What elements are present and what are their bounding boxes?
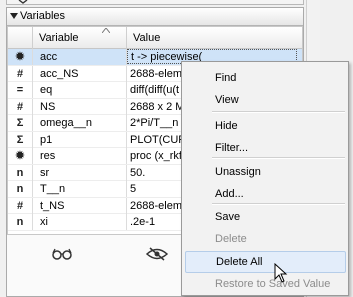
array-icon: # xyxy=(8,65,33,82)
sort-ascending-icon xyxy=(102,28,110,33)
array-icon: # xyxy=(8,98,33,115)
menu-separator xyxy=(212,203,345,205)
variable-name: res xyxy=(33,148,127,164)
numeric-icon: n xyxy=(8,214,33,230)
variable-name: t_NS xyxy=(33,197,127,214)
glasses-icon[interactable] xyxy=(51,247,73,261)
collapse-triangle-icon[interactable] xyxy=(10,12,18,20)
menu-item-save[interactable]: Save xyxy=(182,206,348,228)
variable-name: T__n xyxy=(33,181,127,197)
mouse-cursor-icon xyxy=(274,263,288,283)
header-variable[interactable]: Variable xyxy=(33,27,127,49)
context-menu: Find View Hide Filter... Unassign Add... Save D… xyxy=(181,61,349,296)
array-icon: # xyxy=(8,197,33,214)
panel-header[interactable]: Variables xyxy=(7,8,303,26)
eye-slash-icon[interactable] xyxy=(146,247,168,261)
menu-item-delete-all[interactable]: Delete All xyxy=(185,251,346,273)
header-icon-column[interactable] xyxy=(8,27,33,49)
panel-title: Variables xyxy=(20,10,66,22)
menu-item-restore-to-saved-value[interactable]: Restore to Saved Value xyxy=(182,273,348,295)
menu-item-filter[interactable]: Filter... xyxy=(182,137,348,159)
menu-item-unassign[interactable]: Unassign xyxy=(182,161,348,183)
table-header: Variable Value xyxy=(8,27,302,49)
variable-name: eq xyxy=(33,82,127,98)
previous-panel-edge xyxy=(6,0,304,5)
header-value[interactable]: Value xyxy=(127,27,302,49)
procedure-icon: ✹ xyxy=(8,148,33,164)
procedure-icon: ✹ xyxy=(8,49,33,65)
header-value-label: Value xyxy=(133,32,161,44)
numeric-icon: n xyxy=(8,181,33,197)
variable-name: sr xyxy=(33,164,127,181)
menu-item-add[interactable]: Add... xyxy=(182,183,348,205)
expression-icon: Σ xyxy=(8,115,33,131)
numeric-icon: n xyxy=(8,164,33,181)
menu-separator xyxy=(212,111,345,113)
menu-item-find[interactable]: Find xyxy=(182,67,348,89)
menu-item-view[interactable]: View xyxy=(182,89,348,111)
variable-name: p1 xyxy=(33,131,127,148)
close-icon[interactable] xyxy=(17,0,29,4)
menu-item-delete[interactable]: Delete xyxy=(182,228,348,250)
menu-item-hide[interactable]: Hide xyxy=(182,115,348,137)
equation-icon: = xyxy=(8,82,33,98)
variable-name: NS xyxy=(33,98,127,115)
variable-name: acc xyxy=(33,49,127,65)
menu-separator xyxy=(212,157,345,159)
expression-icon: Σ xyxy=(8,131,33,148)
variable-name: xi xyxy=(33,214,127,230)
variable-name: omega__n xyxy=(33,115,127,131)
header-variable-label: Variable xyxy=(39,32,79,44)
variable-name: acc_NS xyxy=(33,65,127,82)
